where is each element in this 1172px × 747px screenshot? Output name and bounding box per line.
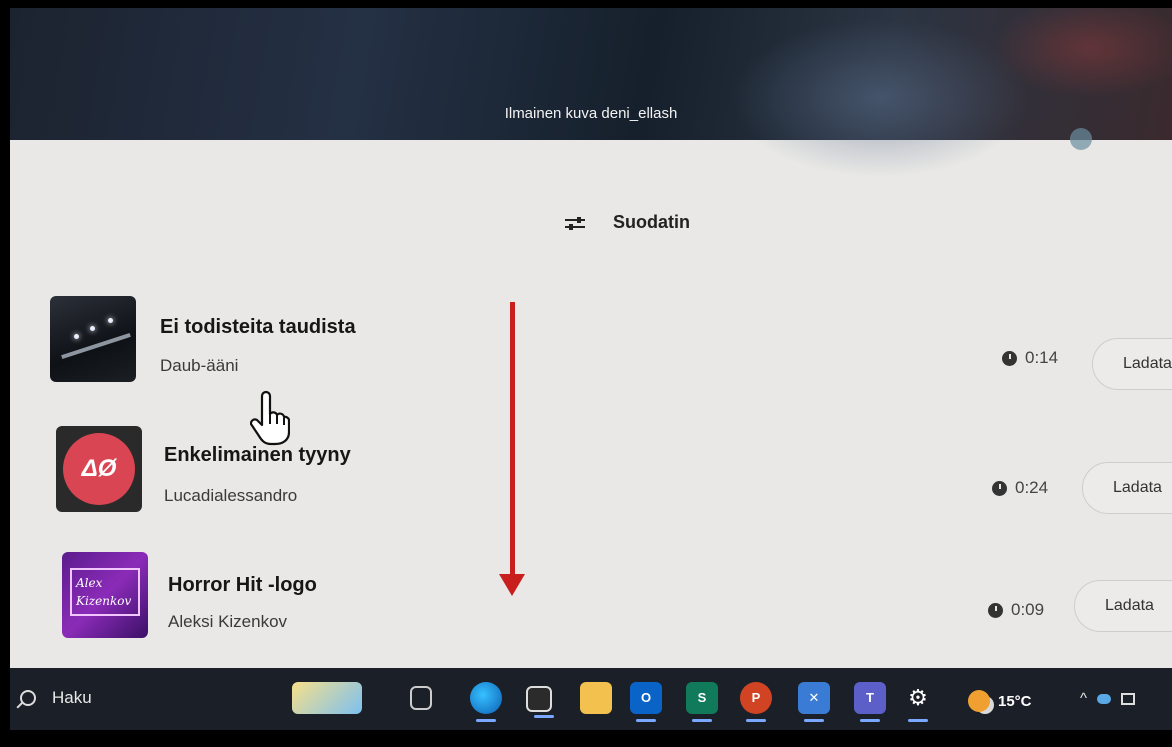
powerpoint-icon[interactable]: P [740, 682, 772, 722]
screen: Ilmainen kuva deni_ellash Suodatin Ei to… [10, 8, 1172, 730]
system-tray[interactable]: ^ [1080, 690, 1136, 707]
clock-icon [992, 480, 1007, 496]
download-button[interactable]: Ladata [1074, 580, 1172, 632]
annotation-arrow [510, 302, 515, 580]
filter-button[interactable]: Suodatin [565, 212, 690, 233]
track-artist[interactable]: Aleksi Kizenkov [168, 612, 287, 632]
edge-icon[interactable] [470, 682, 502, 722]
taskbar: Haku O S P ✕ T ⚙ 15°C ^ [10, 668, 1172, 730]
outlook-icon[interactable]: O [630, 682, 662, 722]
track-artist[interactable]: Lucadialessandro [164, 486, 297, 506]
track-thumbnail[interactable]: ΔØ [56, 426, 142, 512]
annotation-arrow-head [499, 574, 525, 596]
teams-icon[interactable]: T [854, 682, 886, 722]
network-icon [1121, 692, 1136, 705]
track-title[interactable]: Horror Hit -logo [168, 574, 317, 597]
weather-icon [968, 690, 990, 712]
snip-icon[interactable]: ✕ [798, 682, 830, 722]
store-icon[interactable] [526, 686, 554, 718]
banner-image: Ilmainen kuva deni_ellash [10, 8, 1172, 178]
taskbar-search[interactable]: Haku [20, 688, 92, 708]
list-item[interactable]: ΔØ Enkelimainen tyyny Lucadialessandro 0… [10, 424, 1172, 524]
notes-icon[interactable] [292, 682, 362, 714]
list-item[interactable]: Alex Kizenkov Horror Hit -logo Aleksi Ki… [10, 548, 1172, 648]
sliders-icon [565, 216, 585, 230]
download-button[interactable]: Ladata [1092, 338, 1172, 390]
clock-icon [988, 602, 1003, 618]
download-button[interactable]: Ladata [1082, 462, 1172, 514]
track-duration: 0:24 [992, 478, 1048, 498]
search-icon [20, 690, 36, 706]
track-duration: 0:14 [1002, 348, 1058, 368]
track-title[interactable]: Enkelimainen tyyny [164, 444, 351, 467]
sway-icon[interactable]: S [686, 682, 718, 722]
filter-label: Suodatin [613, 212, 690, 232]
settings-icon[interactable]: ⚙ [902, 682, 934, 722]
task-view-icon[interactable] [410, 686, 432, 710]
photo-frame: Ilmainen kuva deni_ellash Suodatin Ei to… [0, 0, 1172, 747]
tray-chevron-icon[interactable]: ^ [1080, 690, 1087, 707]
track-duration: 0:09 [988, 600, 1044, 620]
clock-icon [1002, 350, 1017, 366]
hand-cursor-icon [250, 390, 290, 446]
list-item[interactable]: Ei todisteita taudista Daub-ääni 0:14 La… [10, 294, 1172, 394]
file-explorer-icon[interactable] [580, 682, 612, 714]
track-artist[interactable]: Daub-ääni [160, 356, 238, 376]
cloud-icon [1097, 693, 1112, 704]
track-title[interactable]: Ei todisteita taudista [160, 316, 356, 339]
banner-caption: Ilmainen kuva deni_ellash [504, 105, 678, 122]
weather-widget[interactable]: 15°C [968, 690, 1032, 712]
track-thumbnail[interactable] [50, 296, 136, 382]
track-thumbnail[interactable]: Alex Kizenkov [62, 552, 148, 638]
